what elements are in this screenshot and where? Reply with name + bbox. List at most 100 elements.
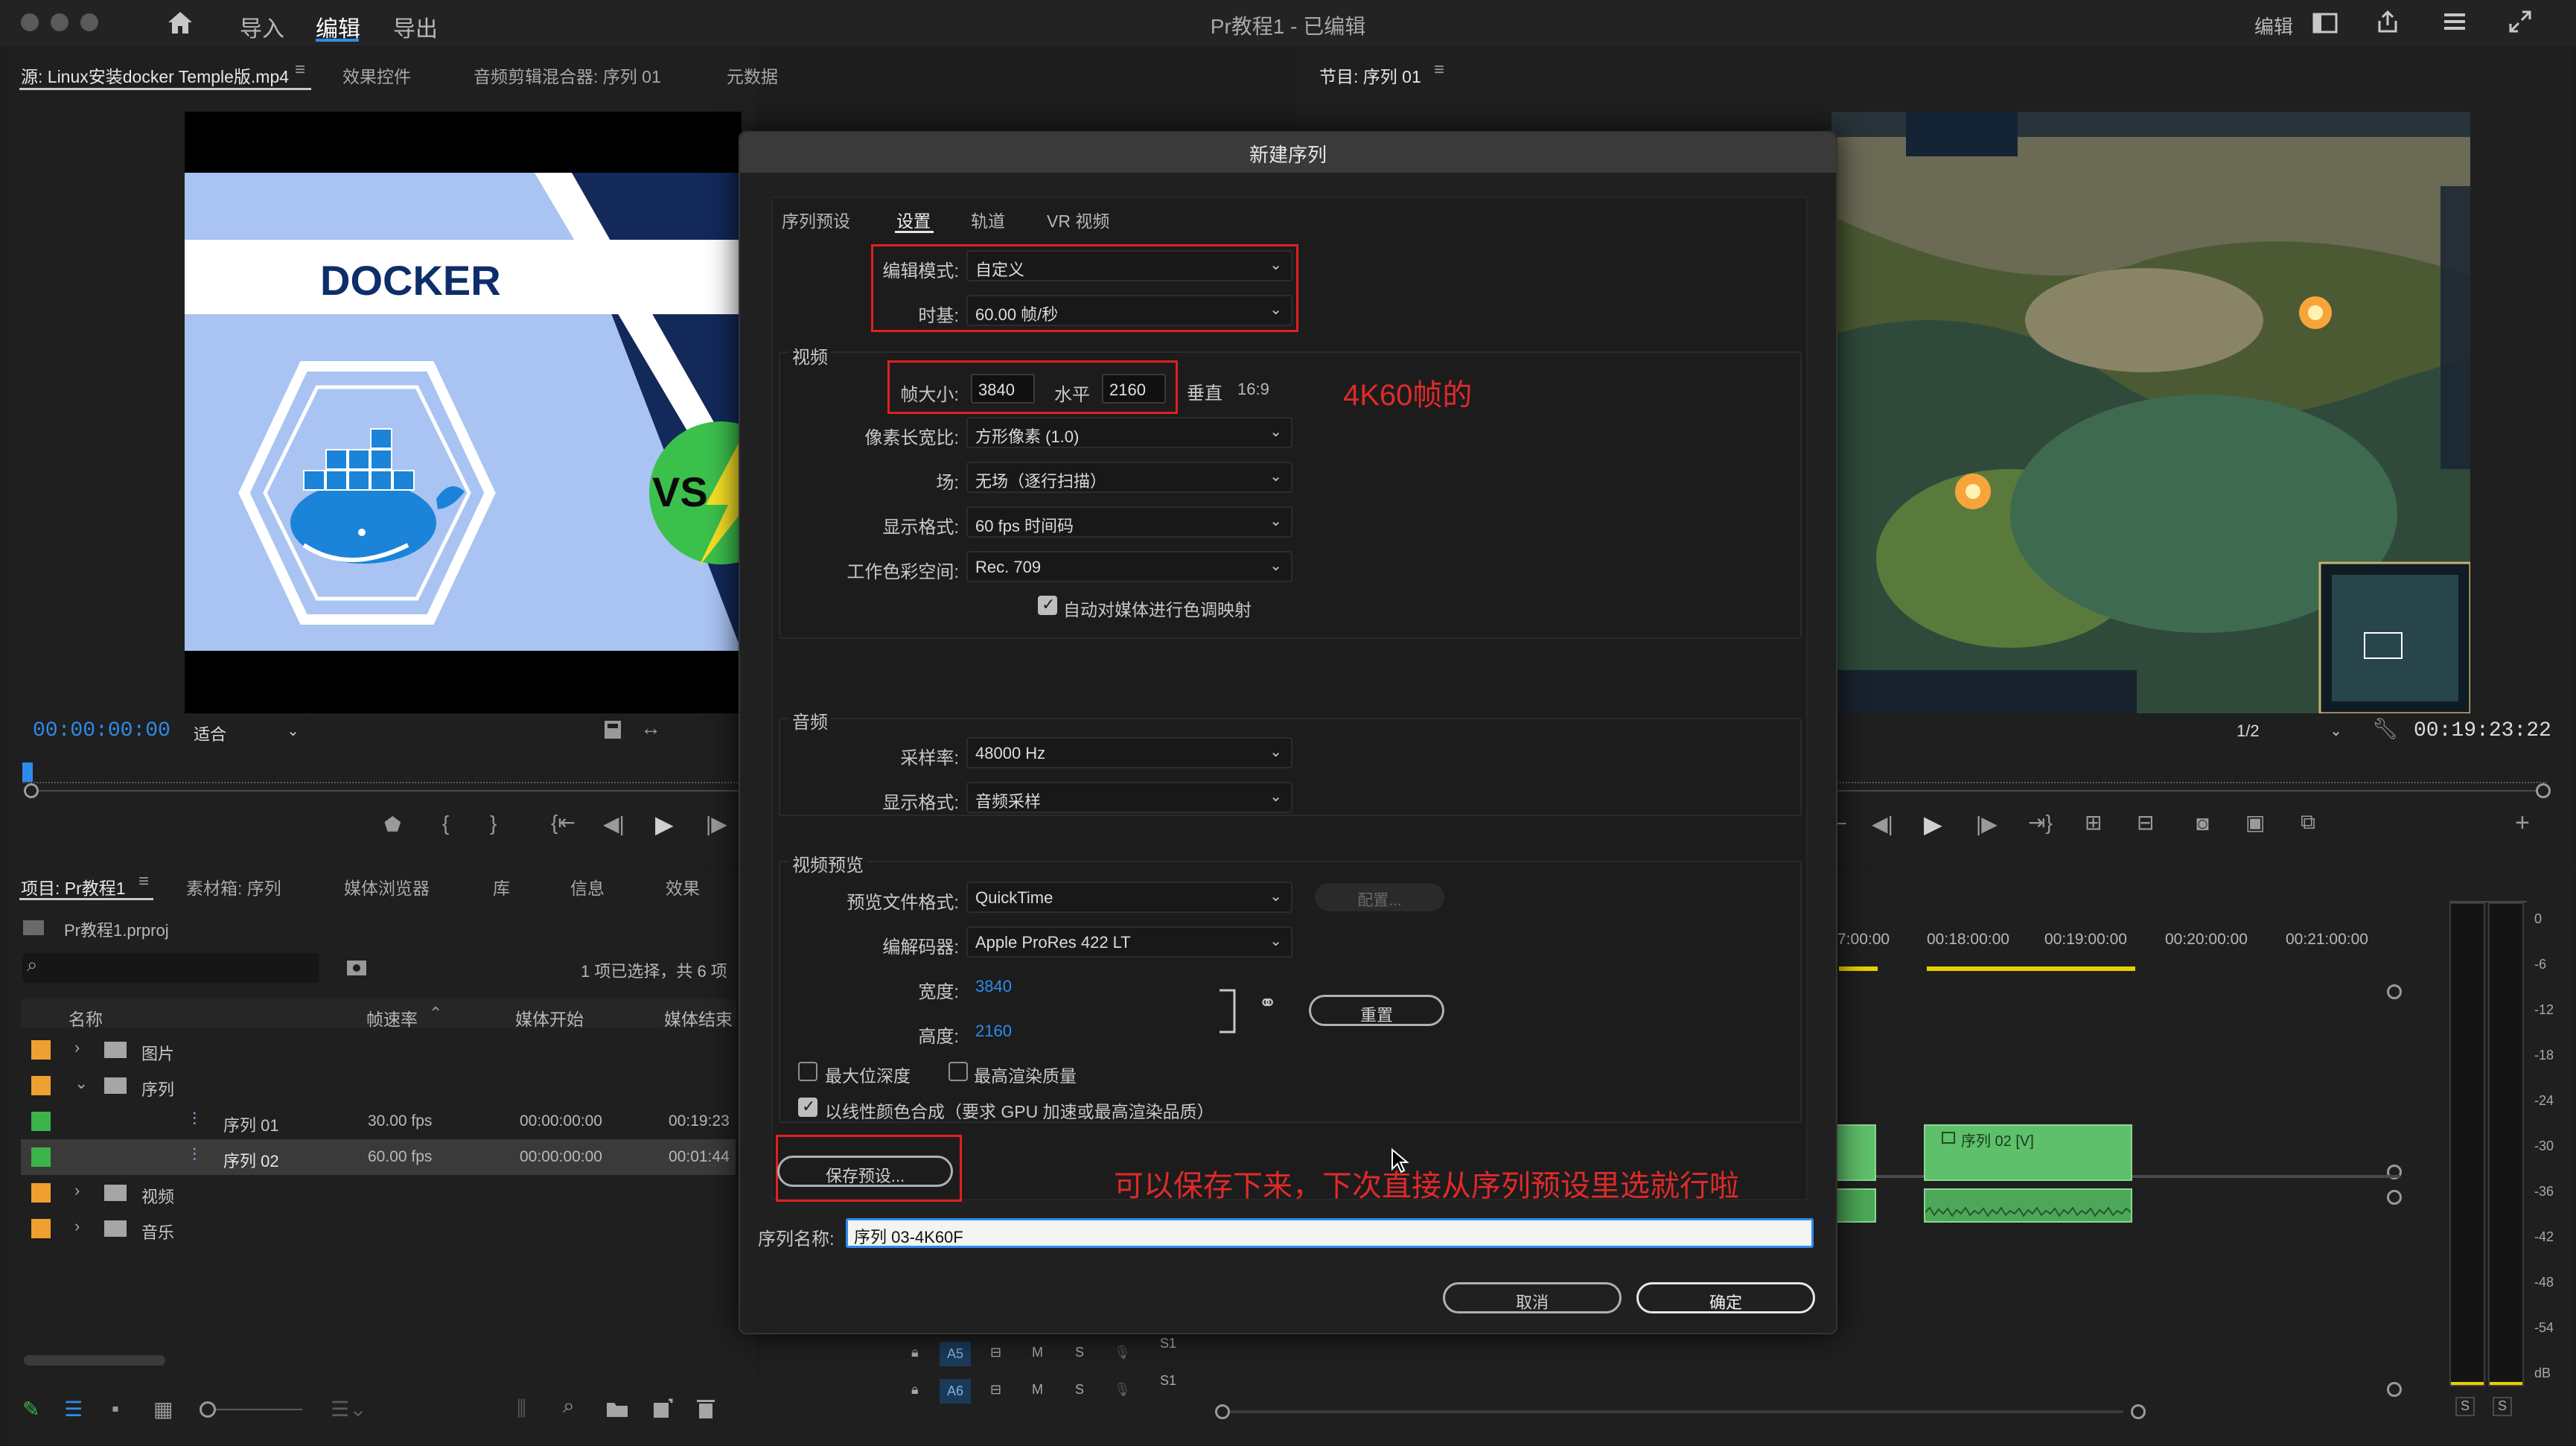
tab-effects[interactable]: 效果	[666, 874, 700, 899]
timeline-vscroll-handle-3[interactable]	[2387, 1190, 2402, 1205]
sequence-name-input[interactable]: 序列 03-4K60F	[846, 1218, 1814, 1248]
tab-project[interactable]: 项目: Pr教程1	[21, 874, 126, 899]
edit-mode-select[interactable]: 自定义 ⌄	[966, 250, 1292, 281]
cancel-button[interactable]: 取消	[1443, 1282, 1622, 1313]
voiceover-icon[interactable]: 🎙︎	[1114, 1382, 1131, 1398]
tab-effect-controls[interactable]: 效果控件	[342, 63, 411, 88]
solo-button[interactable]: S	[1075, 1345, 1084, 1360]
track-name[interactable]: A5	[940, 1342, 972, 1366]
tab-bin-sequence[interactable]: 素材箱: 序列	[186, 874, 281, 899]
work-area-bar-2[interactable]	[1927, 966, 2135, 971]
step-back-icon[interactable]: ◀|	[603, 812, 625, 836]
workspace-label[interactable]: 编辑	[2254, 12, 2293, 39]
linear-color-checkbox[interactable]	[798, 1097, 817, 1117]
audio-clip-seq02[interactable]	[1924, 1188, 2132, 1223]
project-search-input[interactable]	[22, 953, 319, 983]
auto-tonemap-checkbox[interactable]	[1038, 595, 1057, 615]
tab-settings[interactable]: 设置	[896, 207, 931, 232]
label-color-swatch[interactable]	[31, 1147, 51, 1167]
reset-button[interactable]: 重置	[1309, 995, 1444, 1026]
add-button-icon[interactable]: +	[2515, 809, 2530, 838]
fields-select[interactable]: 无场（逐行扫描） ⌄	[966, 462, 1292, 493]
program-play-icon[interactable]: ▶	[1924, 810, 1942, 838]
timebase-select[interactable]: 60.00 帧/秒 ⌄	[966, 295, 1292, 326]
codec-select[interactable]: Apple ProRes 422 LT ⌄	[966, 926, 1292, 958]
work-area-bar[interactable]	[1839, 966, 1878, 971]
frame-height-input[interactable]: 2160	[1102, 374, 1166, 404]
project-row[interactable]: › 音乐	[21, 1211, 736, 1246]
expand-arrow-right-icon[interactable]: ›	[74, 1038, 80, 1057]
timeline-vscroll-handle-4[interactable]	[2387, 1382, 2402, 1397]
mark-out-icon[interactable]: }	[490, 812, 497, 835]
mark-in-icon[interactable]: {	[442, 812, 449, 835]
program-zoom-bar[interactable]	[1831, 790, 2536, 792]
pixel-aspect-select[interactable]: 方形像素 (1.0) ⌄	[966, 417, 1292, 448]
icon-view-icon[interactable]: ▪	[112, 1397, 119, 1421]
project-row[interactable]: ⫶ 序列 02 60.00 fps 00:00:00:00 00:01:44	[21, 1139, 736, 1175]
timeline-hscroll-start[interactable]	[1215, 1404, 1230, 1419]
project-row[interactable]: › 图片	[21, 1032, 736, 1068]
lift-icon[interactable]: ⊞	[2085, 810, 2102, 835]
project-scrollbar[interactable]	[24, 1355, 165, 1366]
solo-left-button[interactable]: S	[2455, 1397, 2475, 1416]
config-button[interactable]: 配置...	[1315, 883, 1444, 911]
wrench-icon[interactable]: 🔧︎	[2372, 716, 2399, 741]
tab-program[interactable]: 节目: 序列 01	[1319, 63, 1421, 88]
column-frame-rate[interactable]: 帧速率	[366, 1005, 418, 1031]
program-zoom-dropdown[interactable]: 1/2 ⌄	[2228, 716, 2353, 745]
share-icon[interactable]	[2375, 9, 2400, 34]
mute-button[interactable]: M	[1032, 1382, 1043, 1398]
tab-audio-clip-mixer[interactable]: 音频剪辑混合器: 序列 01	[474, 63, 661, 88]
label-color-swatch[interactable]	[31, 1183, 51, 1203]
step-forward-icon[interactable]: |▶	[706, 812, 727, 836]
camera-icon[interactable]: ◙	[2196, 812, 2209, 835]
lock-icon[interactable]: 🔒︎	[911, 1345, 919, 1360]
program-zoom-handle[interactable]	[2536, 783, 2551, 798]
max-render-quality-checkbox[interactable]	[949, 1062, 968, 1081]
timeline-hscroll[interactable]	[1230, 1410, 2123, 1413]
program-step-back-icon[interactable]: ◀|	[1872, 812, 1893, 836]
preview-height-value[interactable]: 2160	[975, 1022, 1012, 1041]
add-marker-icon[interactable]: ⬟	[384, 813, 401, 836]
new-search-bin-icon[interactable]	[345, 958, 368, 977]
column-name[interactable]: 名称	[68, 1005, 103, 1031]
timeline-vscroll-handle[interactable]	[2387, 984, 2402, 999]
color-space-select[interactable]: Rec. 709 ⌄	[966, 551, 1292, 582]
freeform-view-icon[interactable]: ▦	[153, 1397, 173, 1421]
voiceover-icon[interactable]: 🎙︎	[1114, 1345, 1131, 1360]
program-menu-icon[interactable]: ≡	[1434, 60, 1444, 80]
save-preset-button[interactable]: 保存预设...	[777, 1156, 953, 1187]
expand-arrow-right-icon[interactable]: ›	[74, 1217, 80, 1236]
lock-icon[interactable]: 🔒︎	[911, 1382, 919, 1398]
program-step-forward-icon[interactable]: |▶	[1976, 812, 1998, 836]
tab-source[interactable]: 源: Linux安装docker Temple版.mp4	[21, 63, 289, 88]
link-icon[interactable]: ⚭	[1258, 990, 1277, 1016]
tab-sequence-presets[interactable]: 序列预设	[782, 207, 850, 232]
zoom-slider-handle[interactable]	[200, 1401, 216, 1418]
trash-icon[interactable]	[695, 1397, 716, 1419]
new-bin-icon[interactable]	[606, 1400, 628, 1418]
display-format-select[interactable]: 60 fps 时间码 ⌄	[966, 506, 1292, 538]
solo-button[interactable]: S	[1075, 1382, 1084, 1398]
sample-rate-select[interactable]: 48000 Hz ⌄	[966, 737, 1292, 768]
project-menu-icon[interactable]: ≡	[138, 871, 149, 892]
ok-button[interactable]: 确定	[1636, 1282, 1815, 1313]
proxy-toggle-icon[interactable]: ⧉	[2301, 810, 2315, 835]
zoom-slider[interactable]	[216, 1409, 302, 1410]
sync-lock-icon[interactable]: ⊟	[990, 1382, 1001, 1398]
mute-button[interactable]: M	[1032, 1345, 1043, 1360]
tab-metadata[interactable]: 元数据	[727, 63, 778, 88]
timeline-hscroll-end[interactable]	[2131, 1404, 2146, 1419]
project-row[interactable]: › 视频	[21, 1175, 736, 1211]
source-ruler[interactable]	[22, 770, 743, 783]
find-icon[interactable]: ⌕	[563, 1394, 575, 1418]
tab-libraries[interactable]: 库	[493, 874, 510, 899]
go-to-in-icon[interactable]: {⇤	[551, 810, 576, 835]
preview-width-value[interactable]: 3840	[975, 977, 1012, 996]
source-zoom-bar[interactable]	[39, 790, 743, 792]
source-timecode[interactable]: 00:00:00:00	[33, 719, 170, 742]
audio-clip[interactable]	[1836, 1188, 1876, 1223]
expand-arrow-down-icon[interactable]: ⌄	[74, 1074, 88, 1093]
tab-menu-icon[interactable]: ≡	[295, 60, 305, 80]
extract-icon[interactable]: ⊟	[2137, 810, 2154, 835]
